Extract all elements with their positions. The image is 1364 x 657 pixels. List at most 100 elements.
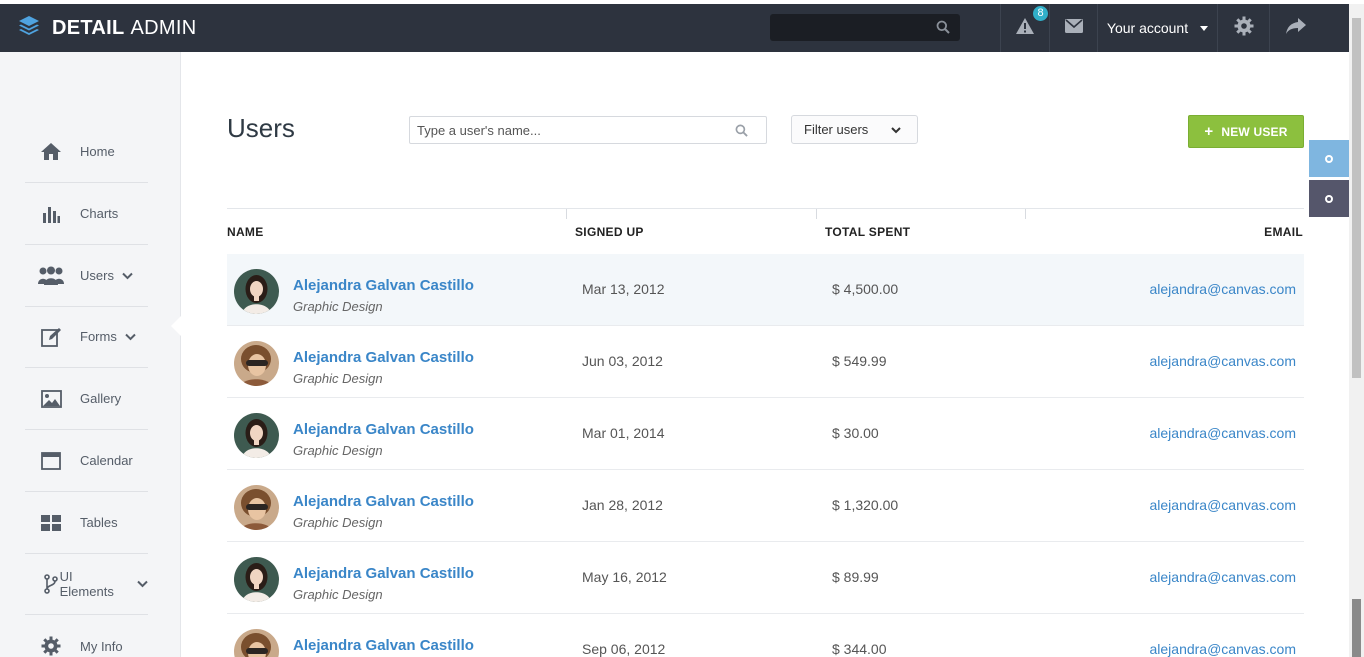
sidebar-item-label: My Info [80,638,123,654]
user-search-field[interactable] [409,116,767,144]
email-link[interactable]: alejandra@canvas.com [1149,641,1296,657]
calendar-icon [38,448,64,474]
brand-light: ADMIN [130,16,197,39]
sidebar-item-label: Users [80,268,114,283]
avatar[interactable] [234,485,279,530]
filter-users-dropdown[interactable]: Filter users [791,115,918,144]
sidebar: Home Charts Users Forms Gallery Calendar Table… [0,52,181,657]
page-title: Users [227,113,295,143]
sidebar-item-calendar[interactable]: Calendar [25,430,148,492]
sidebar-item-home[interactable]: Home [25,121,148,183]
gear-icon [38,633,64,657]
table-row[interactable]: Alejandra Galvan CastilloGraphic DesignS… [227,614,1304,657]
user-role: Graphic Design [293,299,383,314]
messages-button[interactable] [1049,4,1097,52]
sidebar-item-tables[interactable]: Tables [25,492,148,554]
column-divider [1025,209,1026,219]
avatar[interactable] [234,341,279,386]
column-header-total-spent[interactable]: TOTAL SPENT [825,209,910,255]
scrollbar-thumb[interactable] [1352,18,1361,378]
total-spent-value: $ 1,320.00 [832,497,899,513]
sidebar-item-users[interactable]: Users [25,245,148,307]
email-link[interactable]: alejandra@canvas.com [1149,569,1296,585]
settings-button[interactable] [1217,4,1269,52]
layers-icon [18,14,40,42]
caret-down-icon [1200,25,1209,31]
signed-up-date: Jan 28, 2012 [582,497,663,513]
mail-icon [1064,18,1083,38]
avatar[interactable] [234,557,279,602]
signed-up-date: May 16, 2012 [582,569,667,585]
image-icon [38,386,64,412]
user-name-link[interactable]: Alejandra Galvan Castillo [293,637,474,654]
search-icon [735,124,748,137]
email-link[interactable]: alejandra@canvas.com [1149,425,1296,441]
user-name-link[interactable]: Alejandra Galvan Castillo [293,493,474,510]
filter-users-label: Filter users [804,122,869,137]
chevron-down-icon [125,329,136,344]
user-role: Graphic Design [293,443,383,458]
user-name-link[interactable]: Alejandra Galvan Castillo [293,277,474,294]
bar-chart-icon [38,201,64,227]
search-icon [936,20,950,34]
total-spent-value: $ 4,500.00 [832,281,899,297]
global-search-input[interactable] [770,14,960,41]
account-label: Your account [1106,20,1189,36]
sidebar-item-charts[interactable]: Charts [25,183,148,245]
grid-icon [38,510,64,536]
new-user-button[interactable]: + NEW USER [1188,115,1304,148]
sidebar-item-gallery[interactable]: Gallery [25,368,148,430]
column-header-name[interactable]: NAME [227,209,264,255]
sidebar-item-label: Gallery [80,391,122,406]
alerts-button[interactable]: 8 [1000,4,1049,52]
signed-up-date: Mar 01, 2014 [582,425,665,441]
sidebar-item-forms[interactable]: Forms [25,306,148,368]
active-pointer [171,316,181,336]
total-spent-value: $ 89.99 [832,569,879,585]
chevron-down-icon [122,268,133,283]
scrollbar-handle[interactable] [1352,599,1361,657]
branch-icon [42,571,60,597]
alert-icon: 8 [1015,4,1049,40]
signed-up-date: Jun 03, 2012 [582,353,663,369]
table-header: NAME SIGNED UP TOTAL SPENT EMAIL [227,208,1304,254]
home-icon [38,139,64,165]
sidebar-item-my-info[interactable]: My Info [25,615,148,657]
brand-logo[interactable]: DETAIL ADMIN [18,4,197,52]
table-row[interactable]: Alejandra Galvan Castillo Graphic Design M… [227,398,1304,470]
table-row[interactable]: Alejandra Galvan Castillo Graphic Design J… [227,470,1304,542]
table-row[interactable]: Alejandra Galvan Castillo Graphic Design M… [227,542,1304,614]
email-link[interactable]: alejandra@canvas.com [1149,353,1296,369]
sidebar-item-label: Forms [80,329,117,344]
email-link[interactable]: alejandra@canvas.com [1149,281,1296,297]
edit-icon [38,324,64,350]
user-name-link[interactable]: Alejandra Galvan Castillo [293,349,474,366]
column-header-signed-up[interactable]: SIGNED UP [575,209,644,255]
user-name-link[interactable]: Alejandra Galvan Castillo [293,421,474,438]
sidebar-item-ui-elements[interactable]: UI Elements [25,553,148,615]
user-search-input[interactable] [410,117,710,143]
column-divider [816,209,817,219]
theme-toggle-light[interactable] [1309,140,1349,177]
alerts-count-badge: 8 [1032,4,1049,22]
sidebar-item-label: Charts [80,206,119,221]
sidebar-item-label: UI Elements [59,568,114,599]
users-icon [38,263,64,289]
theme-toggle-dark[interactable] [1309,180,1349,217]
avatar[interactable] [234,269,279,314]
brand-bold: DETAIL [52,16,125,39]
account-menu-button[interactable]: Your account [1097,4,1217,52]
table-row[interactable]: Alejandra Galvan Castillo Graphic Design M… [227,254,1304,326]
email-link[interactable]: alejandra@canvas.com [1149,497,1296,513]
share-button[interactable] [1269,4,1321,52]
scrollbar[interactable] [1349,4,1364,657]
share-icon [1285,17,1307,40]
table-row[interactable]: Alejandra Galvan Castillo Graphic Design J… [227,326,1304,398]
total-spent-value: $ 549.99 [832,353,887,369]
column-header-email[interactable]: EMAIL [1264,209,1303,255]
avatar[interactable] [234,413,279,458]
gear-icon [1234,16,1254,41]
avatar[interactable] [234,629,279,657]
user-name-link[interactable]: Alejandra Galvan Castillo [293,565,474,582]
total-spent-value: $ 30.00 [832,425,879,441]
